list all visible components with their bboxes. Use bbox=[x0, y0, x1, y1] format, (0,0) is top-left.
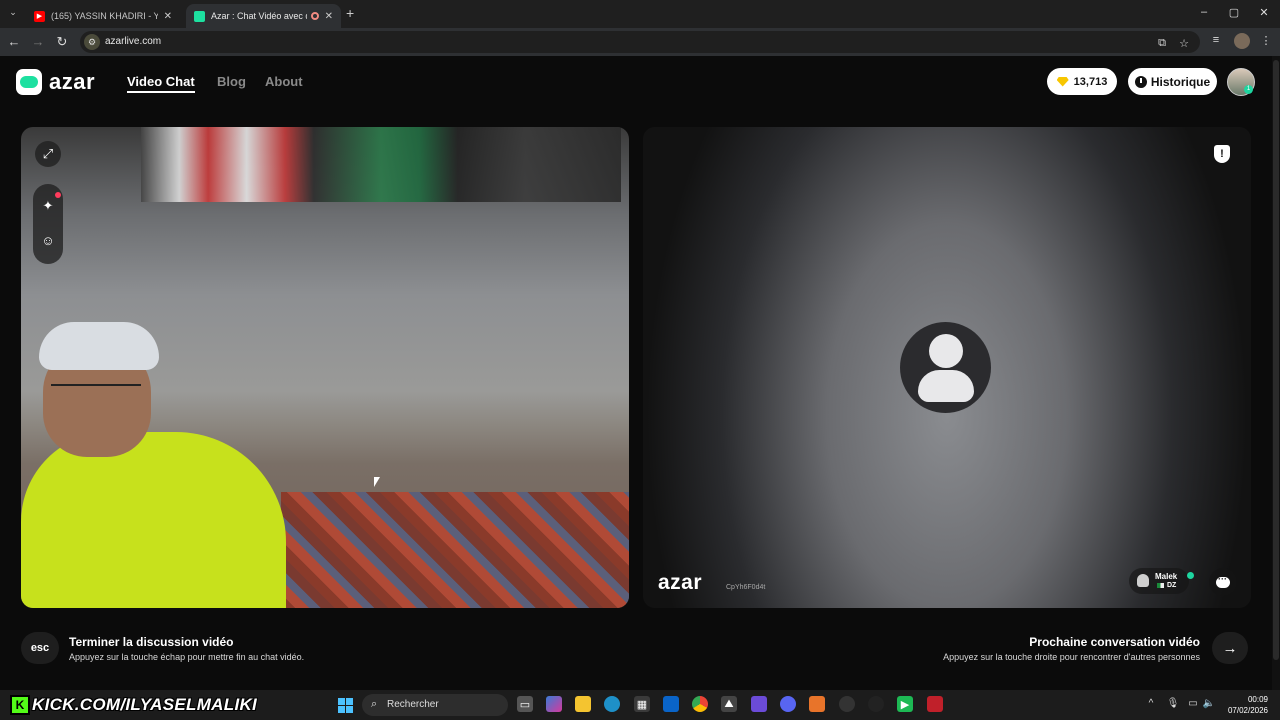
notification-dot bbox=[55, 192, 61, 198]
logo-text: azar bbox=[49, 69, 96, 94]
chat-button[interactable] bbox=[1209, 568, 1237, 596]
browser-tabstrip: ⌄ ▶ (165) YASSIN KHADIRI - YouTube ✕ Aza… bbox=[0, 0, 1280, 28]
session-id: CpYh6F0d4t bbox=[726, 584, 766, 591]
end-chat-button[interactable]: esc bbox=[21, 632, 59, 664]
page-scrollbar[interactable] bbox=[1272, 56, 1280, 690]
report-shield-icon[interactable]: ! bbox=[1214, 145, 1230, 163]
tab-title: Azar : Chat Vidéo avec de n bbox=[211, 11, 307, 21]
minimize-button[interactable]: – bbox=[1194, 6, 1214, 18]
nav-about[interactable]: About bbox=[265, 74, 303, 89]
next-chat-button[interactable]: → bbox=[1212, 632, 1248, 664]
azar-icon bbox=[194, 10, 205, 22]
photos-icon[interactable]: ⛰ bbox=[721, 696, 737, 712]
clock-time: 00:09 bbox=[1247, 695, 1268, 704]
app-icon[interactable] bbox=[927, 696, 943, 712]
local-user-figure bbox=[21, 322, 291, 608]
background-rug bbox=[281, 492, 629, 608]
taskbar-clock[interactable]: 00:09 07/02/2026 bbox=[1222, 694, 1268, 716]
tab-title: (165) YASSIN KHADIRI - YouTube bbox=[51, 11, 158, 21]
expand-icon[interactable]: ⤢ bbox=[35, 141, 61, 167]
new-tab-button[interactable]: + bbox=[346, 5, 354, 21]
nav-video-chat[interactable]: Video Chat bbox=[127, 74, 195, 93]
remote-user-placeholder-icon bbox=[900, 322, 991, 413]
face-sticker-icon[interactable]: ☺ bbox=[35, 227, 61, 253]
address-bar[interactable]: ⚙ azarlive.com ⧉ ☆ bbox=[80, 31, 1200, 53]
end-chat-title: Terminer la discussion vidéo bbox=[69, 635, 234, 649]
clock-date: 07/02/2026 bbox=[1227, 706, 1268, 715]
kick-overlay: K KICK.COM/ILYASELMALIKI bbox=[10, 694, 257, 716]
obs-icon[interactable] bbox=[839, 696, 855, 712]
close-window-button[interactable]: ✕ bbox=[1254, 6, 1274, 19]
copilot-icon[interactable] bbox=[546, 696, 562, 712]
youtube-icon: ▶ bbox=[34, 10, 45, 22]
azar-logo[interactable]: azar bbox=[16, 69, 95, 95]
peer-info-chip[interactable]: Malek DZ bbox=[1129, 568, 1194, 594]
maximize-button[interactable]: ▢ bbox=[1224, 6, 1244, 19]
flag-icon bbox=[1157, 583, 1164, 588]
bookmark-star-icon[interactable]: ☆ bbox=[1176, 37, 1192, 50]
mouse-cursor-icon bbox=[374, 477, 380, 487]
verified-badge-icon bbox=[1187, 572, 1194, 579]
steam-icon[interactable] bbox=[868, 696, 884, 712]
vlc-icon[interactable] bbox=[809, 696, 825, 712]
outlook-icon[interactable] bbox=[663, 696, 679, 712]
browser-toolbar: ← → ↻ ⚙ azarlive.com ⧉ ☆ ≡ ⋮ bbox=[0, 28, 1280, 56]
peer-avatar-icon bbox=[1137, 574, 1149, 587]
gems-balance-button[interactable]: 13,713 bbox=[1047, 68, 1117, 95]
close-tab-icon[interactable]: ✕ bbox=[164, 11, 172, 22]
chrome-menu-icon[interactable]: ⋮ bbox=[1258, 34, 1274, 47]
tab-search-button[interactable]: ⌄ bbox=[6, 7, 20, 21]
peer-name: Malek bbox=[1155, 572, 1178, 581]
windows-start-icon[interactable] bbox=[338, 698, 353, 713]
url-text: azarlive.com bbox=[105, 36, 162, 47]
windows-taskbar: K KICK.COM/ILYASELMALIKI ⌕ Rechercher ▭ … bbox=[0, 690, 1280, 720]
tab-azar[interactable]: Azar : Chat Vidéo avec de n ✕ bbox=[186, 4, 341, 28]
site-info-icon[interactable]: ⚙ bbox=[84, 34, 100, 50]
file-explorer-icon[interactable] bbox=[575, 696, 591, 712]
search-placeholder: Rechercher bbox=[387, 699, 439, 710]
speaker-icon[interactable]: 🔈 bbox=[1202, 698, 1216, 709]
next-chat-subtitle: Appuyez sur la touche droite pour rencon… bbox=[943, 652, 1200, 662]
azar-logo-icon bbox=[16, 69, 42, 95]
taskbar-search[interactable]: ⌕ Rechercher bbox=[362, 694, 508, 716]
browser-profile-avatar[interactable] bbox=[1234, 33, 1250, 49]
gem-icon bbox=[1056, 76, 1069, 87]
search-icon: ⌕ bbox=[371, 698, 378, 710]
game-icon[interactable] bbox=[751, 696, 767, 712]
reload-button[interactable]: ↻ bbox=[54, 34, 70, 50]
avatar-badge: 1 bbox=[1244, 85, 1253, 94]
remote-video: ! azar CpYh6F0d4t Malek DZ bbox=[643, 127, 1251, 608]
media-controls-icon[interactable]: ≡ bbox=[1208, 34, 1224, 46]
network-icon[interactable]: ▭ bbox=[1186, 698, 1200, 709]
kick-channel-text: KICK.COM/ILYASELMALIKI bbox=[32, 695, 258, 714]
chrome-icon[interactable] bbox=[692, 696, 708, 712]
clock-icon bbox=[1134, 75, 1147, 88]
next-chat-title: Prochaine conversation vidéo bbox=[1029, 635, 1200, 649]
back-button[interactable]: ← bbox=[6, 34, 22, 49]
forward-button[interactable]: → bbox=[30, 34, 46, 49]
history-label: Historique bbox=[1150, 74, 1211, 89]
nav-blog[interactable]: Blog bbox=[217, 74, 246, 89]
recording-indicator-icon bbox=[310, 12, 319, 20]
end-chat-subtitle: Appuyez sur la touche échap pour mettre … bbox=[69, 652, 305, 662]
azar-watermark: azar bbox=[658, 571, 703, 594]
task-view-icon[interactable]: ▭ bbox=[517, 696, 533, 712]
chat-bubble-icon bbox=[1216, 574, 1230, 588]
store-icon[interactable]: ▦ bbox=[634, 696, 650, 712]
microphone-icon[interactable]: 🎙 bbox=[1166, 698, 1180, 709]
background-shirts bbox=[141, 127, 621, 202]
local-video: ⤢ ✦ ☺ bbox=[21, 127, 629, 608]
kick-logo-icon: K bbox=[10, 695, 30, 715]
tab-youtube[interactable]: ▶ (165) YASSIN KHADIRI - YouTube ✕ bbox=[26, 4, 180, 28]
peer-country: DZ bbox=[1167, 582, 1177, 589]
discord-icon[interactable] bbox=[780, 696, 796, 712]
edge-icon[interactable] bbox=[604, 696, 620, 712]
gems-count: 13,713 bbox=[1073, 75, 1108, 88]
close-tab-icon[interactable]: ✕ bbox=[325, 11, 333, 22]
tray-overflow-icon[interactable]: ^ bbox=[1144, 698, 1158, 709]
azar-page: azar Video Chat Blog About 13,713 Histor… bbox=[0, 56, 1280, 690]
cast-icon[interactable]: ⧉ bbox=[1154, 37, 1170, 50]
history-button[interactable]: Historique bbox=[1128, 68, 1217, 95]
spotify-icon[interactable]: ▶ bbox=[897, 696, 913, 712]
